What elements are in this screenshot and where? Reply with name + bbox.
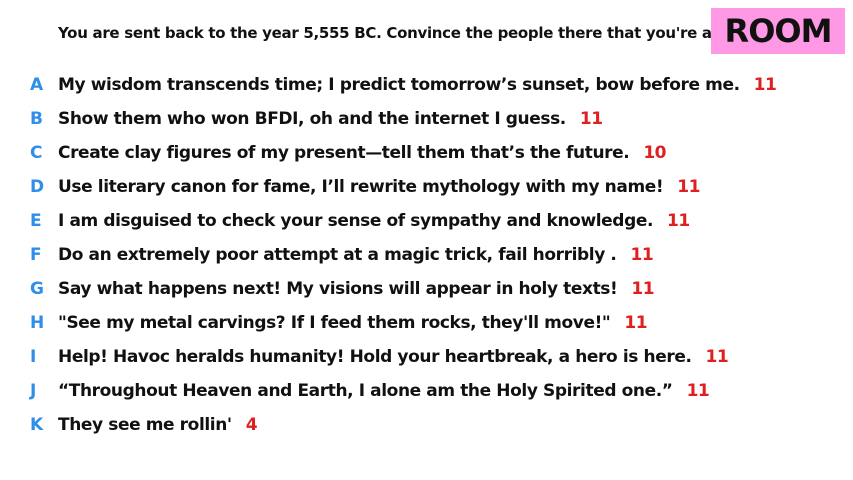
entry-text-wrap: Show them who won BFDI, oh and the inter… xyxy=(58,109,603,129)
entry-text-wrap: My wisdom transcends time; I predict tom… xyxy=(58,75,777,95)
room-label: ROOM xyxy=(724,12,833,50)
entry-letter: H xyxy=(30,313,45,333)
entry-text: Use literary canon for fame, I’ll rewrit… xyxy=(58,177,664,197)
entry-letter: I xyxy=(30,347,37,367)
entry-letter: E xyxy=(30,211,42,231)
entry-score: 11 xyxy=(624,313,648,333)
entry-letter: G xyxy=(30,279,44,299)
entry-letter: F xyxy=(30,245,42,265)
entry-text: They see me rollin' xyxy=(58,415,232,435)
entry-text-wrap: "See my metal carvings? If I feed them r… xyxy=(58,313,648,333)
entry-score: 11 xyxy=(631,279,655,299)
entry-score: 11 xyxy=(630,245,654,265)
entry-score: 11 xyxy=(705,347,729,367)
entry-score: 11 xyxy=(686,381,710,401)
entry-text-wrap: Help! Havoc heralds humanity! Hold your … xyxy=(58,347,729,367)
entry-text: Create clay figures of my present—tell t… xyxy=(58,143,630,163)
entry-text-wrap: They see me rollin' 4 xyxy=(58,415,258,435)
entry-text: "See my metal carvings? If I feed them r… xyxy=(58,313,611,333)
entry-letter: C xyxy=(30,143,43,163)
entry-letter: D xyxy=(30,177,45,197)
prompt-text: You are sent back to the year 5,555 BC. … xyxy=(58,24,753,42)
entry-text: Do an extremely poor attempt at a magic … xyxy=(58,245,617,265)
entry-letter: A xyxy=(30,75,44,95)
room-badge: ROOM xyxy=(711,8,845,54)
entry-score: 11 xyxy=(579,109,603,129)
entry-text: Say what happens next! My visions will a… xyxy=(58,279,618,299)
entry-text-wrap: Use literary canon for fame, I’ll rewrit… xyxy=(58,177,700,197)
entry-letter: J xyxy=(30,381,37,401)
entry-text: I am disguised to check your sense of sy… xyxy=(58,211,654,231)
entry-text: “Throughout Heaven and Earth, I alone am… xyxy=(58,381,673,401)
entry-score: 11 xyxy=(677,177,700,197)
entry-text-wrap: Say what happens next! My visions will a… xyxy=(58,279,655,299)
entry-score: 11 xyxy=(753,75,777,95)
entry-text-wrap: Do an extremely poor attempt at a magic … xyxy=(58,245,654,265)
entry-score: 4 xyxy=(245,415,258,435)
entry-text: Help! Havoc heralds humanity! Hold your … xyxy=(58,347,692,367)
entry-text-wrap: I am disguised to check your sense of sy… xyxy=(58,211,690,231)
entry-text-wrap: “Throughout Heaven and Earth, I alone am… xyxy=(58,381,710,401)
entry-letter: B xyxy=(30,109,43,129)
entry-text: My wisdom transcends time; I predict tom… xyxy=(58,75,740,95)
entry-text: Show them who won BFDI, oh and the inter… xyxy=(58,109,566,129)
entry-score: 11 xyxy=(667,211,690,231)
entry-score: 10 xyxy=(643,143,666,163)
entry-text-wrap: Create clay figures of my present—tell t… xyxy=(58,143,666,163)
entry-letter: K xyxy=(30,415,44,435)
